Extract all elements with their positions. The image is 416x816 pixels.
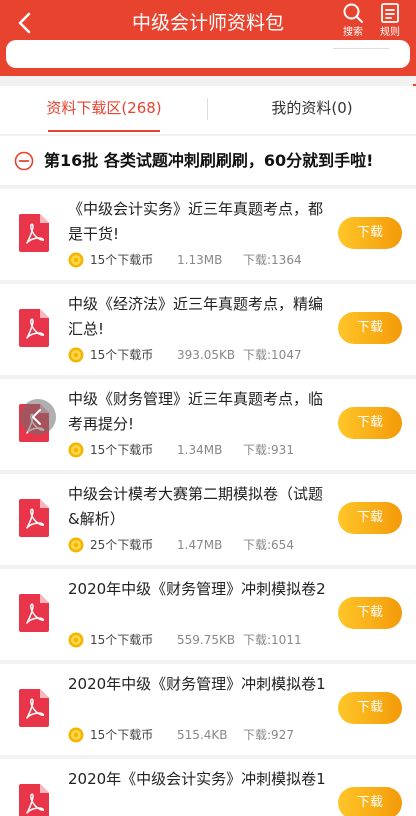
header-card-divider: [333, 48, 389, 49]
item-coin-cost: 15个下载币: [90, 348, 154, 362]
item-coin-cost: 15个下载币: [90, 633, 154, 647]
batch-header[interactable]: 第16批 各类试题冲刺刷刷刷，60分就到手啦!: [0, 136, 416, 186]
rules-label: 规则: [380, 27, 400, 38]
coin-icon: [68, 442, 84, 458]
batch-title: 第16批 各类试题冲刺刷刷刷，60分就到手啦!: [44, 151, 374, 170]
list-item[interactable]: 中级《财务管理》近三年真题考点，临考再提分! 15个下载币 1.34MB 下载:…: [0, 379, 416, 470]
pdf-file-icon: [19, 309, 49, 347]
list-item[interactable]: 《中级会计实务》近三年真题考点，都是干货! 15个下载币 1.13MB 下载:1…: [0, 189, 416, 280]
item-file-size: 1.13MB: [177, 253, 223, 267]
item-coin-cost: 15个下载币: [90, 728, 154, 742]
item-file-size: 559.75KB: [177, 633, 236, 647]
item-title[interactable]: 中级会计模考大赛第二期模拟卷（试题&解析）: [68, 482, 330, 532]
pdf-file-icon: [19, 594, 49, 632]
download-button[interactable]: 下载: [338, 407, 402, 439]
item-coin-cost: 15个下载币: [90, 253, 154, 267]
item-title[interactable]: 中级《经济法》近三年真题考点，精编汇总!: [68, 292, 330, 342]
search-label: 搜索: [343, 27, 363, 38]
rules-button[interactable]: 规则: [372, 2, 408, 44]
item-download-count: 下载:927: [243, 728, 294, 742]
item-file-size: 1.34MB: [177, 443, 223, 457]
download-button[interactable]: 下载: [338, 787, 402, 816]
download-button[interactable]: 下载: [338, 502, 402, 534]
item-file-size: 1.47MB: [177, 538, 223, 552]
item-download-count: 下载:1011: [243, 633, 302, 647]
floating-back-button[interactable]: [20, 399, 56, 435]
download-list: 《中级会计实务》近三年真题考点，都是干货! 15个下载币 1.13MB 下载:1…: [0, 189, 416, 816]
item-download-count: 下载:654: [243, 538, 294, 552]
list-item[interactable]: 中级会计模考大赛第二期模拟卷（试题&解析） 25个下载币 1.47MB 下载:6…: [0, 474, 416, 565]
document-list-icon: [381, 3, 399, 23]
tab-bar: 资料下载区(268) 我的资料(0): [0, 86, 416, 134]
item-title[interactable]: 《中级会计实务》近三年真题考点，都是干货!: [68, 197, 330, 247]
item-download-count: 下载:1047: [243, 348, 302, 362]
coin-icon: [68, 252, 84, 268]
search-button[interactable]: 搜索: [335, 2, 371, 44]
coin-icon: [68, 537, 84, 553]
search-icon: [343, 3, 363, 23]
list-item[interactable]: 2020年《中级会计实务》冲刺模拟卷1 下载: [0, 759, 416, 816]
item-file-size: 515.4KB: [177, 728, 228, 742]
item-coin-cost: 25个下载币: [90, 538, 154, 552]
list-item[interactable]: 2020年中级《财务管理》冲刺模拟卷2 15个下载币 559.75KB 下载:1…: [0, 569, 416, 660]
item-download-count: 下载:1364: [243, 253, 302, 267]
download-button[interactable]: 下载: [338, 217, 402, 249]
download-button[interactable]: 下载: [338, 597, 402, 629]
list-item[interactable]: 中级《经济法》近三年真题考点，精编汇总! 15个下载币 393.05KB 下载:…: [0, 284, 416, 375]
tab-my-materials[interactable]: 我的资料(0): [208, 86, 416, 134]
download-button[interactable]: 下载: [338, 312, 402, 344]
item-title[interactable]: 中级《财务管理》近三年真题考点，临考再提分!: [68, 387, 330, 437]
item-title[interactable]: 2020年中级《财务管理》冲刺模拟卷2: [68, 577, 330, 602]
item-coin-cost: 15个下载币: [90, 443, 154, 457]
download-button[interactable]: 下载: [338, 692, 402, 724]
item-file-size: 393.05KB: [177, 348, 236, 362]
item-title[interactable]: 2020年《中级会计实务》冲刺模拟卷1: [68, 767, 330, 792]
pdf-file-icon: [19, 499, 49, 537]
item-title[interactable]: 2020年中级《财务管理》冲刺模拟卷1: [68, 672, 330, 697]
tab-divider: [207, 98, 208, 120]
header-card: [6, 40, 410, 68]
coin-icon: [68, 347, 84, 363]
list-item[interactable]: 2020年中级《财务管理》冲刺模拟卷1 15个下载币 515.4KB 下载:92…: [0, 664, 416, 755]
coin-icon: [68, 632, 84, 648]
pdf-file-icon: [19, 214, 49, 252]
tab-download-area[interactable]: 资料下载区(268): [0, 86, 208, 134]
collapse-minus-icon[interactable]: [14, 151, 34, 171]
pdf-file-icon: [19, 689, 49, 727]
chevron-left-icon: [32, 409, 41, 425]
coin-icon: [68, 727, 84, 743]
item-download-count: 下载:931: [243, 443, 294, 457]
pdf-file-icon: [19, 784, 49, 816]
tab-active-indicator: [48, 130, 160, 132]
